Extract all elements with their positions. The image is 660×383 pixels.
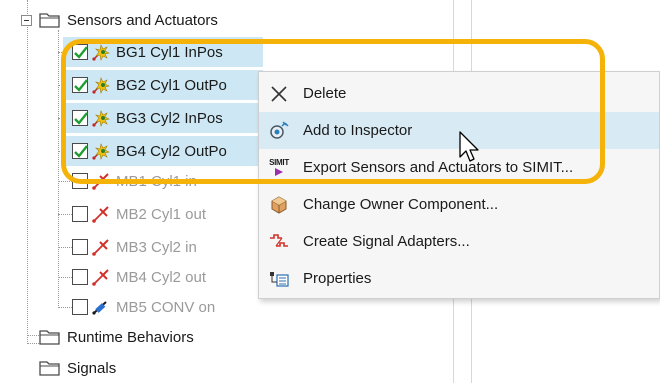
checkbox-checked[interactable]	[72, 77, 88, 93]
signal-row[interactable]: BG2 Cyl1 OutPo	[63, 70, 263, 100]
sensor-icon	[92, 143, 110, 160]
folder-sensors-and-actuators[interactable]: Sensors and Actuators	[39, 6, 218, 35]
signal-adapter-icon	[268, 231, 290, 253]
folder-label: Signals	[67, 360, 117, 377]
simit-icon-text: SIMIT	[269, 158, 289, 167]
checkbox-unchecked[interactable]	[72, 269, 88, 285]
inspector-icon	[268, 120, 290, 142]
component-icon	[268, 194, 290, 216]
properties-icon	[268, 268, 290, 290]
folder-label: Sensors and Actuators	[67, 12, 218, 29]
menu-item-create-signal-adapters[interactable]: Create Signal Adapters...	[259, 223, 659, 260]
signal-label: BG4 Cyl2 OutPo	[116, 142, 227, 160]
signal-label: MB2 Cyl1 out	[116, 205, 207, 223]
menu-item-change-owner-component[interactable]: Change Owner Component...	[259, 186, 659, 223]
actuator-icon	[92, 173, 109, 190]
simit-export-icon: SIMIT	[268, 157, 290, 179]
actuator-icon	[92, 239, 109, 256]
checkbox-unchecked[interactable]	[72, 206, 88, 222]
sensor-icon	[92, 110, 110, 127]
menu-item-label: Create Signal Adapters...	[303, 233, 470, 250]
folder-icon	[39, 330, 60, 345]
tree-guide-line	[27, 343, 39, 344]
sensor-icon	[92, 44, 110, 61]
signal-row[interactable]: MB3 Cyl2 in	[63, 232, 263, 262]
signal-row[interactable]: MB4 Cyl2 out	[63, 262, 263, 292]
context-menu: Delete Add to Inspector SIMIT Export Sen…	[258, 71, 660, 299]
checkbox-checked[interactable]	[72, 110, 88, 126]
folder-label: Runtime Behaviors	[67, 329, 194, 346]
signal-label: MB4 Cyl2 out	[116, 268, 207, 286]
signal-label: BG1 Cyl1 InPos	[116, 43, 223, 61]
signal-label: MB3 Cyl2 in	[116, 238, 197, 256]
signal-row[interactable]: MB2 Cyl1 out	[63, 199, 263, 229]
signal-row[interactable]: MB5 CONV on	[63, 292, 263, 322]
folder-icon	[39, 361, 60, 376]
tree-guide-line	[27, 0, 28, 344]
menu-item-label: Add to Inspector	[303, 122, 413, 139]
checkbox-checked[interactable]	[72, 44, 88, 60]
checkbox-unchecked[interactable]	[72, 239, 88, 255]
sensor-icon	[92, 77, 110, 94]
signal-label: MB5 CONV on	[116, 298, 216, 316]
menu-item-delete[interactable]: Delete	[259, 75, 659, 112]
checkbox-unchecked[interactable]	[72, 299, 88, 315]
folder-runtime-behaviors[interactable]: Runtime Behaviors	[39, 323, 194, 352]
close-icon	[268, 83, 290, 105]
checkbox-checked[interactable]	[72, 143, 88, 159]
conveyor-icon	[92, 301, 107, 315]
menu-item-label: Delete	[303, 85, 347, 102]
actuator-icon	[92, 269, 109, 286]
tree-guide-line	[58, 30, 59, 306]
signal-row[interactable]: BG4 Cyl2 OutPo	[63, 136, 263, 166]
signal-label: MB1 Cyl1 in	[116, 172, 197, 190]
menu-item-export-to-simit[interactable]: SIMIT Export Sensors and Actuators to SI…	[259, 149, 659, 186]
menu-item-add-to-inspector[interactable]: Add to Inspector	[259, 112, 659, 149]
folder-icon	[39, 13, 60, 28]
signal-label: BG3 Cyl2 InPos	[116, 109, 223, 127]
signal-row[interactable]: BG1 Cyl1 InPos	[63, 37, 263, 67]
collapse-toggle[interactable]	[21, 15, 32, 26]
signal-row[interactable]: BG3 Cyl2 InPos	[63, 103, 263, 133]
signal-label: BG2 Cyl1 OutPo	[116, 76, 227, 94]
checkbox-unchecked[interactable]	[72, 173, 88, 189]
menu-item-label: Change Owner Component...	[303, 196, 499, 213]
tree-guide-line	[27, 335, 39, 336]
folder-signals[interactable]: Signals	[39, 354, 116, 383]
signal-row[interactable]: MB1 Cyl1 in	[63, 166, 263, 196]
actuator-icon	[92, 206, 109, 223]
menu-item-label: Export Sensors and Actuators to SIMIT...	[303, 159, 574, 176]
menu-item-properties[interactable]: Properties	[259, 260, 659, 297]
menu-item-label: Properties	[303, 270, 372, 287]
